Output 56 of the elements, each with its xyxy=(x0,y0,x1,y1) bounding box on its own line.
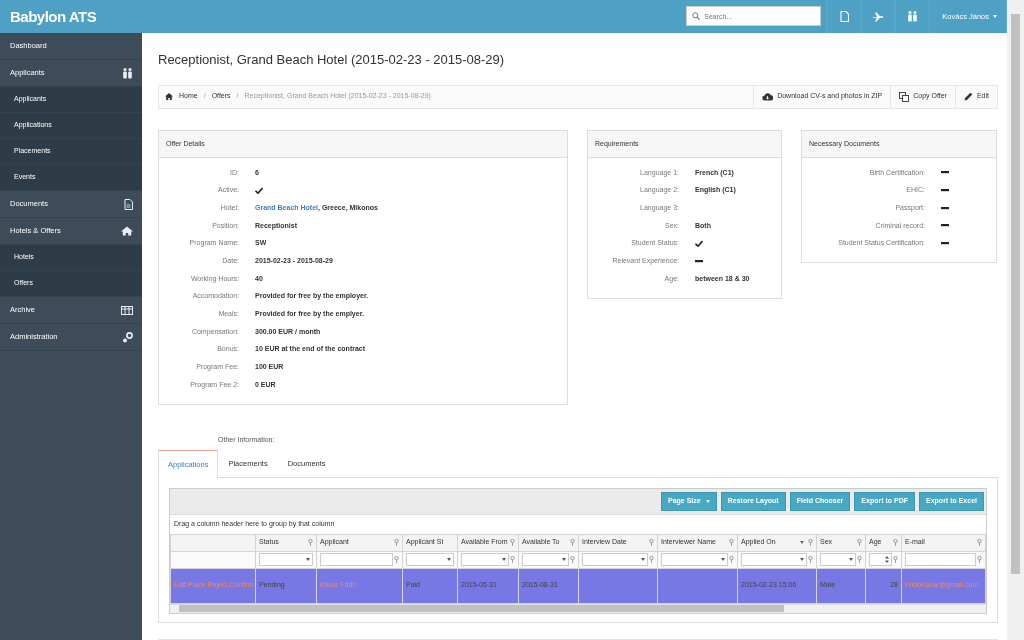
filter-field[interactable] xyxy=(905,553,976,567)
spinner-icon xyxy=(885,556,889,564)
filter-pin-icon xyxy=(510,539,515,547)
caret-icon xyxy=(502,558,506,562)
home-icon xyxy=(165,93,173,100)
filter-field[interactable] xyxy=(320,553,393,567)
filter-pin-icon xyxy=(308,539,313,547)
sort-icon xyxy=(800,541,804,545)
gears-icon xyxy=(122,331,133,343)
caret-icon xyxy=(641,558,645,562)
caret-icon xyxy=(562,558,566,562)
filter-pin-icon xyxy=(893,539,898,547)
caret-icon xyxy=(993,15,997,18)
caret-icon xyxy=(800,558,804,562)
filter-field[interactable] xyxy=(522,553,569,567)
search-icon xyxy=(692,12,701,20)
filter-pin-icon xyxy=(649,556,654,564)
filter-pin-icon xyxy=(977,539,982,547)
filter-pin-icon xyxy=(649,539,654,547)
caret-icon xyxy=(306,558,310,562)
filter-pin-icon xyxy=(977,556,982,564)
caret-icon xyxy=(705,499,710,503)
caret-icon xyxy=(447,558,451,562)
filter-pin-icon xyxy=(570,539,575,547)
caret-icon xyxy=(849,558,853,562)
filter-pin-icon xyxy=(729,539,734,547)
filter-pin-icon xyxy=(893,556,898,564)
plane-icon xyxy=(873,11,885,22)
copy-icon xyxy=(899,91,910,102)
filter-pin-icon xyxy=(510,556,515,564)
filter-pin-icon xyxy=(857,539,862,547)
cloud-download-icon xyxy=(762,92,774,101)
people-icon xyxy=(907,11,919,22)
archive-icon xyxy=(121,305,133,315)
filter-field[interactable] xyxy=(741,553,807,567)
document-icon xyxy=(840,11,850,22)
home-icon xyxy=(121,226,133,236)
filter-field[interactable] xyxy=(582,553,648,567)
filter-field[interactable] xyxy=(661,553,728,567)
filter-field[interactable] xyxy=(869,553,892,567)
filter-pin-icon xyxy=(729,556,734,564)
filter-field[interactable] xyxy=(259,553,313,567)
document-icon xyxy=(124,198,133,210)
filter-pin-icon xyxy=(808,556,813,564)
filter-field[interactable] xyxy=(461,553,509,567)
page-title: Receptionist, Grand Beach Hotel (2015-02-23 - 2015-08-29) xyxy=(158,51,506,69)
filter-pin-icon xyxy=(394,556,399,564)
filter-pin-icon xyxy=(394,539,399,547)
filter-field[interactable] xyxy=(406,553,454,567)
filter-pin-icon xyxy=(808,539,813,547)
pencil-icon xyxy=(963,92,973,101)
filter-pin-icon xyxy=(570,556,575,564)
filter-field[interactable] xyxy=(820,553,856,567)
caret-icon xyxy=(721,558,725,562)
people-icon xyxy=(122,67,133,79)
filter-pin-icon xyxy=(857,556,862,564)
